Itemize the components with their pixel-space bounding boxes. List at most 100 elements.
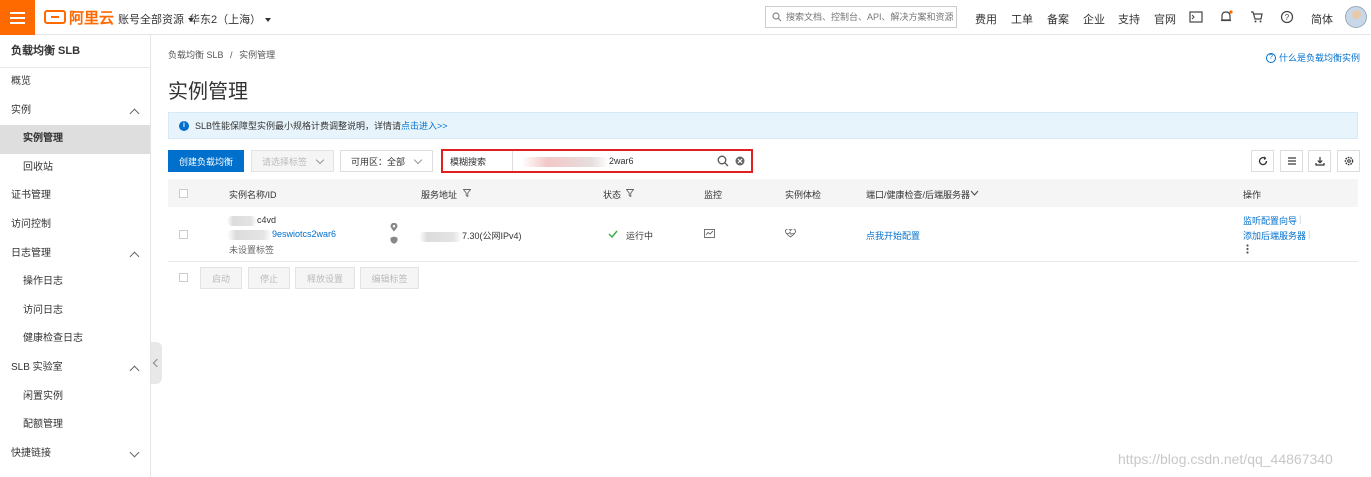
- bell-icon[interactable]: [1219, 10, 1233, 24]
- edit-tags-label: 编辑标签: [371, 273, 408, 284]
- what-is-slb-link[interactable]: ? 什么是负载均衡实例: [1265, 51, 1360, 64]
- sidebar-group-logs[interactable]: 日志管理: [0, 240, 150, 269]
- top-navigation-bar: 阿里云 账号全部资源 华东2（上海） 费用 工单 备案 企业 支持 官网 ? 简…: [0, 0, 1371, 35]
- instance-name: c4vd: [227, 215, 276, 226]
- heartbeat-icon[interactable]: [785, 229, 796, 238]
- sidebar-item-label: 访问控制: [11, 218, 51, 230]
- region-selector[interactable]: 华东2（上海）: [189, 11, 272, 27]
- instance-id-link[interactable]: 9eswiotcs2war6: [227, 229, 336, 240]
- sidebar-item-quota-management[interactable]: 配额管理: [0, 411, 150, 440]
- svg-text:?: ?: [1285, 13, 1290, 22]
- nav-enterprise[interactable]: 企业: [1083, 11, 1105, 27]
- search-type-label: 模糊搜索: [450, 156, 487, 167]
- release-settings-button[interactable]: 释放设置: [295, 267, 355, 289]
- search-input[interactable]: 2war6: [513, 151, 717, 171]
- sidebar-item-label: 概览: [11, 76, 31, 87]
- sidebar-group-shortcuts[interactable]: 快捷链接: [0, 440, 150, 469]
- sidebar-item-label: 健康检查日志: [23, 333, 83, 345]
- breadcrumb-separator: /: [230, 50, 233, 60]
- chevron-down-icon[interactable]: [970, 190, 979, 197]
- global-search[interactable]: [765, 6, 957, 28]
- bulk-actions-bar: 启动 停止 释放设置 编辑标签: [168, 267, 668, 289]
- more-options-icon[interactable]: [1246, 244, 1249, 254]
- listener-wizard-link[interactable]: 监听配置向导: [1243, 214, 1297, 227]
- sidebar-item-idle-instances[interactable]: 闲置实例: [0, 383, 150, 412]
- start-button[interactable]: 启动: [200, 267, 242, 289]
- hamburger-menu-icon[interactable]: [0, 0, 35, 35]
- tag-select[interactable]: 请选择标签: [251, 150, 334, 172]
- stop-button[interactable]: 停止: [248, 267, 290, 289]
- location-pin-icon[interactable]: [390, 223, 398, 232]
- aliyun-logo-mark-icon: [44, 10, 66, 24]
- nav-support[interactable]: 支持: [1118, 11, 1140, 27]
- help-icon[interactable]: ?: [1280, 10, 1294, 24]
- sidebar-item-label: 回收站: [23, 161, 53, 173]
- breadcrumb: 负载均衡 SLB / 实例管理: [168, 48, 275, 61]
- account-resources-menu[interactable]: 账号全部资源: [118, 11, 194, 27]
- create-slb-label: 创建负载均衡: [179, 156, 234, 167]
- question-icon: ?: [1265, 52, 1276, 63]
- sidebar-collapse-handle[interactable]: [151, 342, 162, 384]
- instance-search-box: 模糊搜索 2war6: [441, 149, 753, 173]
- col-header-name-id: 实例名称/ID: [229, 190, 277, 200]
- export-button[interactable]: [1308, 150, 1331, 172]
- service-address-value: 7.30(公网IPv4): [462, 231, 522, 241]
- user-avatar[interactable]: [1345, 6, 1367, 28]
- column-settings-button[interactable]: [1280, 150, 1303, 172]
- nav-icp-filing[interactable]: 备案: [1047, 11, 1069, 27]
- sidebar-item-overview[interactable]: 概览: [0, 68, 150, 97]
- edit-tags-button[interactable]: 编辑标签: [360, 267, 419, 289]
- refresh-icon: [1258, 156, 1267, 166]
- search-input-value: 2war6: [609, 156, 634, 166]
- sidebar-item-access-control[interactable]: 访问控制: [0, 211, 150, 240]
- sidebar-item-access-logs[interactable]: 访问日志: [0, 297, 150, 326]
- zone-select[interactable]: 可用区：全部: [340, 150, 433, 172]
- sidebar-item-instance-management[interactable]: 实例管理: [0, 125, 150, 154]
- sidebar-item-health-check-logs[interactable]: 健康检查日志: [0, 325, 150, 354]
- refresh-button[interactable]: [1251, 150, 1274, 172]
- aliyun-logo[interactable]: 阿里云: [44, 8, 114, 27]
- filter-icon[interactable]: [463, 189, 471, 197]
- chevron-down-icon: [129, 447, 140, 458]
- create-slb-button[interactable]: 创建负载均衡: [168, 150, 244, 172]
- row-checkbox[interactable]: [179, 230, 188, 239]
- configure-listener-link[interactable]: 点我开始配置: [866, 229, 920, 242]
- notice-text: SLB性能保障型实例最小规格计费调整说明，详情请: [195, 121, 402, 131]
- nav-tickets[interactable]: 工单: [1011, 11, 1033, 27]
- info-icon: i: [179, 120, 189, 131]
- cart-icon[interactable]: [1250, 10, 1264, 24]
- sidebar-group-slb-lab[interactable]: SLB 实验室: [0, 354, 150, 383]
- filter-icon[interactable]: [626, 189, 634, 197]
- monitor-chart-icon[interactable]: [704, 229, 715, 238]
- watermark: https://blog.csdn.net/qq_44867340: [1118, 451, 1333, 467]
- clear-icon[interactable]: [735, 156, 745, 166]
- instance-id-value: 9eswiotcs2war6: [272, 229, 337, 239]
- add-backend-server-link[interactable]: 添加后端服务器: [1243, 229, 1306, 242]
- nav-official-site[interactable]: 官网: [1154, 11, 1176, 27]
- breadcrumb-slb-link[interactable]: 负载均衡 SLB: [168, 50, 224, 60]
- region-label: 华东2（上海）: [189, 14, 262, 26]
- list-icon: [1287, 157, 1296, 165]
- select-all-checkbox[interactable]: [179, 189, 188, 198]
- settings-button[interactable]: [1337, 150, 1360, 172]
- col-header-address[interactable]: 服务地址: [421, 188, 457, 201]
- gear-icon: [1344, 156, 1353, 166]
- sidebar-item-certificates[interactable]: 证书管理: [0, 182, 150, 211]
- release-settings-label: 释放设置: [306, 273, 343, 284]
- bulk-select-checkbox[interactable]: [179, 273, 188, 282]
- action-separator: |: [1308, 229, 1311, 239]
- search-icon[interactable]: [717, 155, 729, 167]
- sidebar-item-label: 闲置实例: [23, 390, 63, 402]
- sidebar-item-recycle-bin[interactable]: 回收站: [0, 154, 150, 183]
- language-switch[interactable]: 简体: [1311, 11, 1333, 27]
- search-type-select[interactable]: 模糊搜索: [443, 151, 513, 171]
- sidebar-item-operation-logs[interactable]: 操作日志: [0, 268, 150, 297]
- nav-billing[interactable]: 费用: [975, 11, 997, 27]
- col-header-port-health-backend[interactable]: 端口/健康检查/后端服务器: [866, 188, 970, 201]
- notice-details-link[interactable]: 点击进入>>: [401, 119, 448, 132]
- shield-icon[interactable]: [390, 236, 398, 244]
- sidebar-item-label: 访问日志: [23, 304, 63, 316]
- terminal-icon[interactable]: [1189, 10, 1203, 24]
- sidebar-group-instances[interactable]: 实例: [0, 97, 150, 126]
- global-search-input[interactable]: [786, 12, 956, 22]
